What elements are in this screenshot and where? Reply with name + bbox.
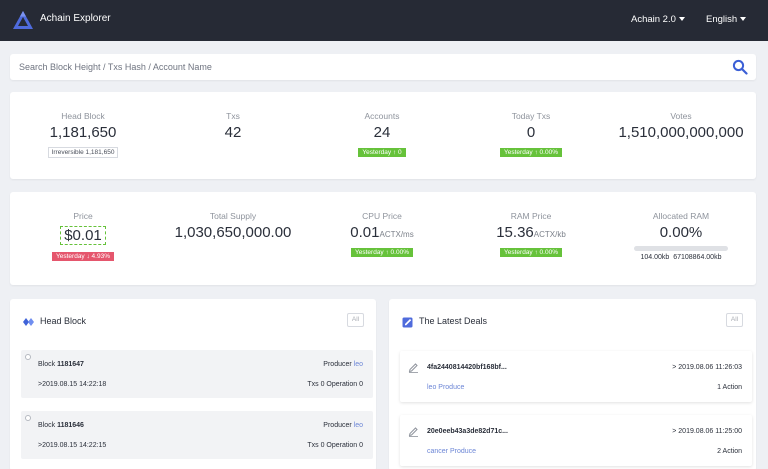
top-bar: Achain Explorer Achain 2.0 English (0, 0, 768, 41)
edit-square-icon (402, 317, 413, 328)
deal-time: > 2019.08.06 11:26:03 (672, 364, 742, 371)
block-list-item[interactable]: Block 1181646 Producer leo >2019.08.15 1… (21, 411, 373, 459)
stat-value: 0.01ACTX/ms (332, 224, 432, 241)
stat-label: RAM Price (510, 211, 552, 221)
blocks-icon (23, 318, 34, 326)
chevron-down-icon (740, 17, 747, 22)
stat-label: Price (73, 211, 93, 221)
latest-deals-panel: The Latest Deals All 4fa2440814420bf168b… (389, 299, 756, 469)
pencil-icon (408, 363, 418, 373)
deal-action-count: 1 Action (717, 384, 742, 391)
stat-accounts: Accounts 24 Yesterday ↑ 0 (332, 111, 432, 159)
panel-title: The Latest Deals (419, 316, 488, 326)
producer-link[interactable]: leo (354, 361, 363, 368)
stat-value: 1,181,650 (49, 124, 117, 141)
block-number: Block 1181647 (38, 361, 84, 368)
search-input[interactable] (10, 54, 720, 80)
stats-card-resources: Price $0.01 Yesterday ↓ 4.93% Total Supp… (10, 192, 756, 285)
stat-ram-price: RAM Price 15.36ACTX/kb Yesterday ↑ 0.00% (481, 211, 581, 259)
ram-progress-bar (634, 246, 728, 251)
stat-label: Txs (226, 111, 240, 121)
block-number-link[interactable]: 1181647 (57, 361, 84, 368)
irreversible-badge: Irreversible 1,181,650 (47, 147, 119, 158)
chevron-down-icon (678, 17, 685, 22)
block-producer: Producer leo (323, 422, 363, 429)
search-icon[interactable] (732, 59, 748, 75)
change-badge: Yesterday ↓ 4.93% (52, 252, 114, 261)
language-select[interactable]: English (706, 14, 747, 25)
stat-total-supply: Total Supply 1,030,650,000.00 (168, 211, 298, 241)
block-list-item[interactable]: Block 1181647 Producer leo >2019.08.15 1… (21, 350, 373, 398)
block-producer: Producer leo (323, 361, 363, 368)
stat-label: Head Block (61, 111, 105, 121)
timeline-dot-icon (25, 354, 31, 360)
block-txs-ops: Txs 0 Operation 0 (307, 381, 363, 388)
stat-value: 0 (526, 124, 536, 141)
all-deals-button[interactable]: All (726, 313, 743, 327)
block-time: >2019.08.15 14:22:15 (38, 442, 107, 449)
ram-price-value: 15.36 (496, 224, 534, 241)
stat-label: Allocated RAM (652, 211, 710, 221)
change-badge: Yesterday ↑ 0.00% (500, 248, 562, 257)
stat-value: $0.01 (38, 224, 128, 245)
ram-used: 104.00kb (640, 254, 670, 261)
deal-hash-link[interactable]: 20e0eeb43a3de82d71c... (427, 428, 508, 435)
deal-list-item[interactable]: 4fa2440814420bf168bf... > 2019.08.06 11:… (400, 351, 752, 402)
block-number: Block 1181646 (38, 422, 84, 429)
cpu-price-unit: ACTX/ms (379, 230, 414, 239)
deal-time: > 2019.08.06 11:25:00 (672, 428, 742, 435)
stat-value: 0.00% (659, 224, 703, 241)
stat-allocated-ram: Allocated RAM 0.00% 104.00kb 67108864.00… (626, 211, 736, 261)
stat-value: 42 (224, 124, 242, 141)
stat-label: Accounts (364, 111, 400, 121)
deal-list-item[interactable]: 20e0eeb43a3de82d71c... > 2019.08.06 11:2… (400, 415, 752, 466)
ram-total: 67108864.00kb (673, 254, 722, 261)
stat-txs: Txs 42 (188, 111, 278, 141)
pencil-icon (408, 427, 418, 437)
block-time: >2019.08.15 14:22:18 (38, 381, 107, 388)
change-badge: Yesterday ↑ 0.00% (351, 248, 413, 257)
stat-price: Price $0.01 Yesterday ↓ 4.93% (38, 211, 128, 263)
stat-value: 24 (373, 124, 391, 141)
network-label: Achain 2.0 (631, 14, 676, 25)
stat-votes: Votes 1,510,000,000,000 (611, 111, 751, 141)
brand-name[interactable]: Achain Explorer (40, 13, 111, 24)
stat-label: Total Supply (209, 211, 257, 221)
stat-today-txs: Today Txs 0 Yesterday ↑ 0.00% (481, 111, 581, 159)
stats-card-chain: Head Block 1,181,650 Irreversible 1,181,… (10, 92, 756, 179)
block-txs-ops: Txs 0 Operation 0 (307, 442, 363, 449)
block-number-link[interactable]: 1181646 (57, 422, 84, 429)
producer-link[interactable]: leo (354, 422, 363, 429)
stat-label: CPU Price (362, 211, 402, 221)
price-value: $0.01 (60, 226, 106, 245)
stat-value: 1,030,650,000.00 (174, 224, 292, 241)
stat-value: 1,510,000,000,000 (618, 124, 744, 141)
ram-price-unit: ACTX/kb (533, 230, 566, 239)
search-bar (10, 54, 756, 80)
change-badge: Yesterday ↑ 0.00% (500, 148, 562, 157)
stat-head-block: Head Block 1,181,650 Irreversible 1,181,… (28, 111, 138, 159)
deal-action-count: 2 Action (717, 448, 742, 455)
timeline-dot-icon (25, 415, 31, 421)
cpu-price-value: 0.01 (350, 224, 380, 241)
all-blocks-button[interactable]: All (347, 313, 364, 327)
stat-cpu-price: CPU Price 0.01ACTX/ms Yesterday ↑ 0.00% (332, 211, 432, 259)
stat-value: 15.36ACTX/kb (481, 224, 581, 241)
achain-logo-icon[interactable] (12, 9, 34, 31)
language-label: English (706, 14, 738, 25)
stat-label: Today Txs (511, 111, 551, 121)
panel-title: Head Block (40, 316, 87, 326)
head-block-panel: Head Block All Block 1181647 Producer le… (10, 299, 376, 469)
deal-producer-link[interactable]: cancer Produce (427, 448, 476, 455)
stat-label: Votes (670, 111, 692, 121)
network-select[interactable]: Achain 2.0 (631, 14, 685, 25)
change-badge: Yesterday ↑ 0 (358, 148, 406, 157)
ram-legend: 104.00kb 67108864.00kb (626, 254, 736, 261)
deal-hash-link[interactable]: 4fa2440814420bf168bf... (427, 364, 507, 371)
deal-producer-link[interactable]: leo Produce (427, 384, 464, 391)
